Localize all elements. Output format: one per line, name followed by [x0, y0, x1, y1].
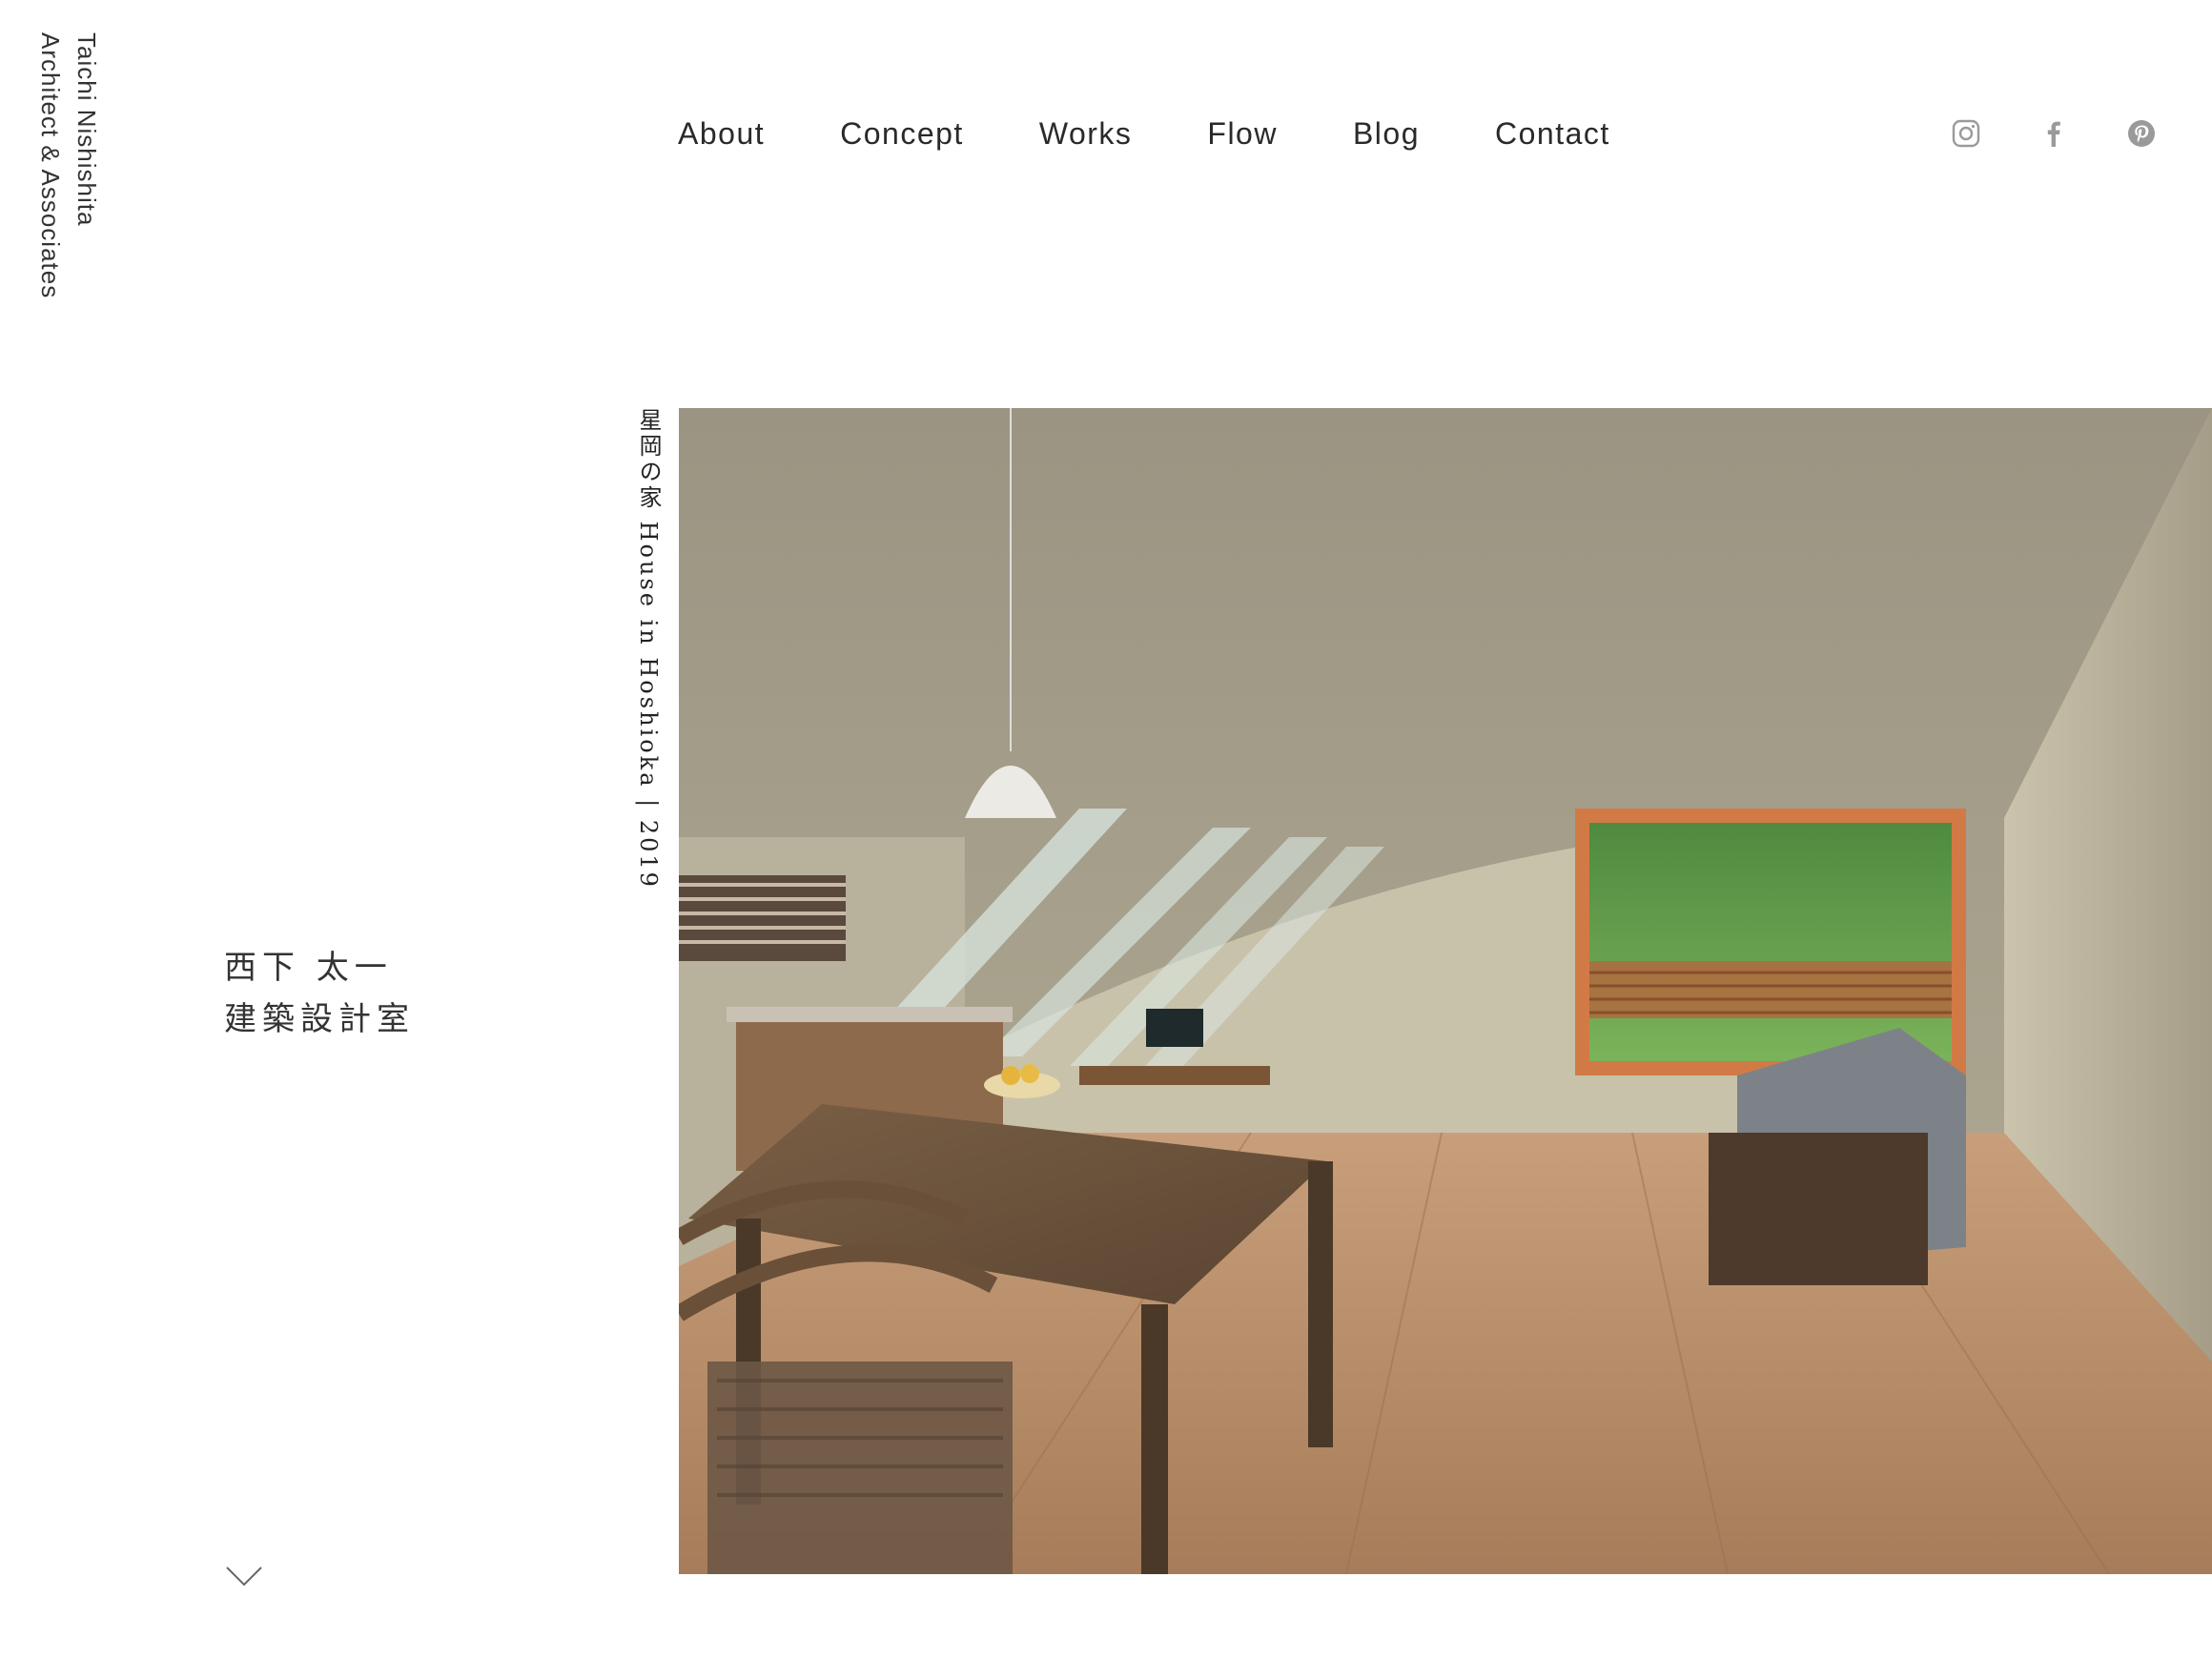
- social-links: [1951, 118, 2157, 149]
- chevron-down-icon[interactable]: [225, 1564, 263, 1588]
- interior-photo-illustration: [679, 408, 2212, 1574]
- nav-contact[interactable]: Contact: [1495, 113, 1610, 154]
- main-navigation: About Concept Works Flow Blog Contact: [678, 113, 1610, 154]
- facebook-icon[interactable]: [2038, 118, 2069, 149]
- hero-photo[interactable]: [679, 408, 2212, 1574]
- nav-flow[interactable]: Flow: [1207, 113, 1278, 154]
- nav-about[interactable]: About: [678, 113, 765, 154]
- studio-name: 西下 太一 建築設計室: [224, 942, 415, 1045]
- logo-line-name: Taichi Nishishita: [72, 32, 101, 227]
- instagram-icon[interactable]: [1951, 118, 1981, 149]
- nav-concept[interactable]: Concept: [840, 113, 964, 154]
- studio-name-line2: 建築設計室: [224, 1000, 415, 1038]
- work-caption: 星岡の家 House in Hoshioka | 2019: [635, 408, 662, 890]
- nav-works[interactable]: Works: [1039, 113, 1133, 154]
- site-logo[interactable]: Taichi Nishishita Architect & Associates: [32, 32, 105, 298]
- nav-blog[interactable]: Blog: [1353, 113, 1420, 154]
- pinterest-icon[interactable]: [2126, 118, 2157, 149]
- studio-name-line1: 西下 太一: [224, 949, 393, 987]
- logo-line-firm: Architect & Associates: [36, 32, 65, 299]
